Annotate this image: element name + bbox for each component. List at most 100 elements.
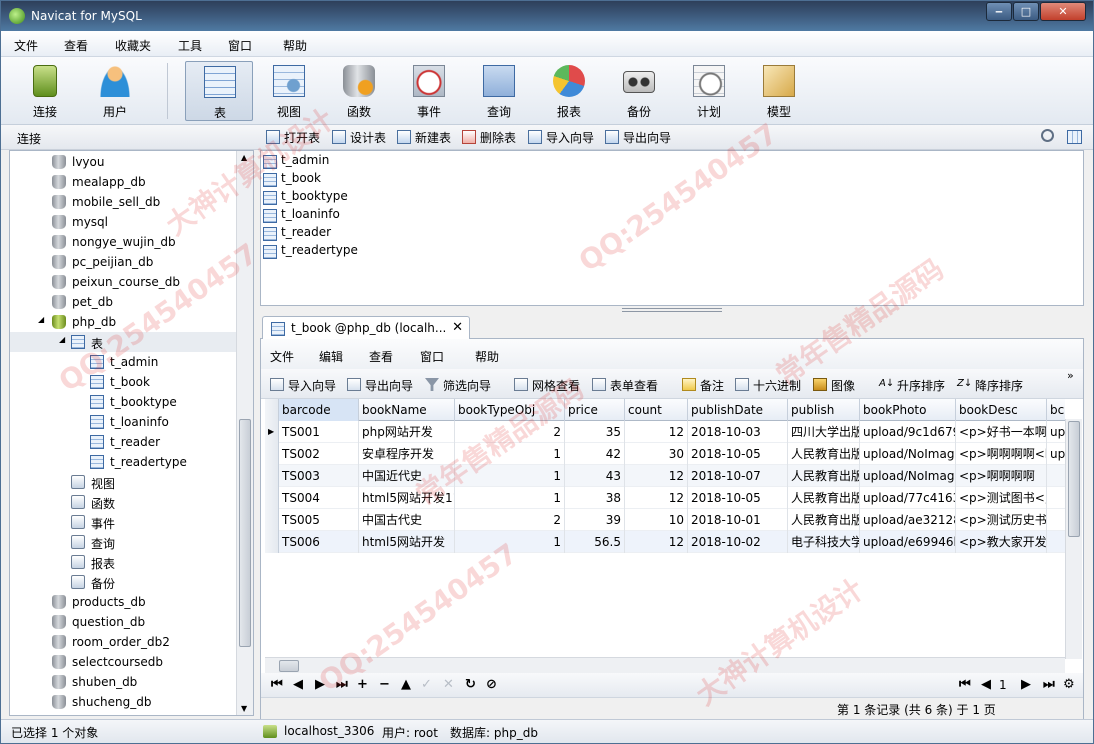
grid-cell[interactable]: <p>教大家开发 [956,531,1047,553]
grid-cell[interactable]: 中国近代史 [359,465,455,487]
column-header[interactable]: bc [1047,399,1065,421]
grid-cell[interactable]: 12 [625,487,688,509]
object-item-table[interactable]: t_loaninfo [263,207,340,225]
first-page-icon[interactable]: ⏮ [959,677,971,692]
grid-cell[interactable]: php网站开发 [359,421,455,443]
toolbar-overflow-icon[interactable]: » [1067,369,1074,382]
menu-file[interactable]: 文件 [14,37,38,54]
grid-cell[interactable]: 四川大学出版 [788,421,860,443]
tree-item-database[interactable]: mobile_sell_db [52,192,240,212]
panel-menu-help[interactable]: 帮助 [475,348,499,365]
grid-cell[interactable]: 30 [625,443,688,465]
grid-cell[interactable]: <p>测试历史书 [956,509,1047,531]
table-row[interactable]: ▶ TS001 php网站开发 2 35 12 2018-10-03 四川大学出版 upload… [265,421,1065,443]
prev-record-icon[interactable]: ◀ [293,677,303,692]
grid-cell[interactable]: <p>啊啊啊啊<l [956,443,1047,465]
export-wizard-button[interactable]: 导出向导 [347,377,413,394]
event-button[interactable]: 事件 [398,61,460,121]
pane-splitter[interactable] [260,306,1084,314]
edit-up-icon[interactable]: ▲ [401,677,411,692]
grid-cell[interactable]: 人民教育出版 [788,443,860,465]
cancel-icon[interactable]: ✕ [443,677,454,692]
table-row[interactable]: TS005 中国古代史 2 39 10 2018-10-01 人民教育出版 upload/ae… [265,509,1065,531]
export-wizard-button[interactable]: 导出向导 [605,129,671,147]
column-header[interactable]: bookName [359,399,455,421]
function-button[interactable]: 函数 [328,61,390,121]
tree-item-tables[interactable]: 表 ◢ [10,332,236,352]
grid-cell[interactable]: 56.5 [565,531,625,553]
grid-cell[interactable]: up [1047,421,1065,443]
tree-item-event[interactable]: 事件 [71,512,240,532]
tree-item-table[interactable]: t_book [90,372,240,392]
grid-cell[interactable]: html5网站开发 [359,531,455,553]
grid-cell[interactable]: <p>啊啊啊啊 [956,465,1047,487]
grid-cell[interactable] [1047,487,1065,509]
grid-cell[interactable]: 安卓程序开发 [359,443,455,465]
grid-view-button[interactable]: 网格查看 [514,377,580,394]
next-page-icon[interactable]: ▶ [1021,677,1031,692]
panel-menu-file[interactable]: 文件 [270,348,294,365]
menu-tools[interactable]: 工具 [178,37,202,54]
minimize-button[interactable]: ‒ [986,2,1012,21]
tree-item-database[interactable]: lvyou [52,152,240,172]
table-row[interactable]: TS003 中国近代史 1 43 12 2018-10-07 人民教育出版 upload/No… [265,465,1065,487]
grid-cell[interactable]: up [1047,443,1065,465]
close-window-button[interactable]: ✕ [1040,2,1086,21]
tree-item-database[interactable]: products_db [52,592,240,612]
form-view-button[interactable]: 表单查看 [592,377,658,394]
image-button[interactable]: 图像 [813,377,855,394]
apply-icon[interactable]: ✓ [421,677,432,692]
column-header[interactable]: publishDate [688,399,788,421]
grid-cell[interactable]: upload/77c4163 [860,487,956,509]
hex-button[interactable]: 十六进制 [735,377,801,394]
tree-item-database[interactable]: mealapp_db [52,172,240,192]
scroll-down-icon[interactable]: ▼ [241,704,247,713]
schedule-button[interactable]: 计划 [678,61,740,121]
tree-item-table[interactable]: t_admin [90,352,240,372]
object-item-table[interactable]: t_readertype [263,243,358,261]
grid-cell[interactable] [1047,509,1065,531]
tree-item-database[interactable]: shuben_db [52,672,240,692]
grid-cell[interactable]: 43 [565,465,625,487]
grid-cell[interactable]: upload/9c1d679 [860,421,956,443]
tree-item-function[interactable]: 函数 [71,492,240,512]
tab-t-book[interactable]: t_book @php_db (localh... ✕ [262,316,470,340]
tree-item-table[interactable]: t_readertype [90,452,240,472]
user-button[interactable]: 用户 [84,61,146,121]
import-wizard-button[interactable]: 导入向导 [270,377,336,394]
grid-cell[interactable]: 35 [565,421,625,443]
panel-menu-window[interactable]: 窗口 [420,348,444,365]
grid-cell[interactable]: TS001 [279,421,359,443]
grid-cell[interactable]: 人民教育出版 [788,465,860,487]
tree-item-database-open[interactable]: php_db ◢ [38,312,240,332]
memo-button[interactable]: 备注 [682,377,724,394]
tree-item-database[interactable]: question_db [52,612,240,632]
grid-cell[interactable]: 中国古代史 [359,509,455,531]
delete-record-icon[interactable]: − [379,677,390,692]
grid-cell[interactable]: 42 [565,443,625,465]
sort-asc-button[interactable]: A↓ 升序排序 [879,377,945,394]
table-button[interactable]: 表 [185,61,253,121]
object-item-table[interactable]: t_reader [263,225,331,243]
grid-cell[interactable]: upload/ae32128 [860,509,956,531]
tree-item-database[interactable]: peixun_course_db [52,272,240,292]
grid-cell[interactable]: 2018-10-02 [688,531,788,553]
grid-cell[interactable]: 12 [625,465,688,487]
column-header[interactable]: bookPhoto [860,399,956,421]
connection-button[interactable]: 连接 [14,61,76,121]
close-tab-icon[interactable]: ✕ [452,320,463,335]
menu-favorites[interactable]: 收藏夹 [115,37,151,54]
refresh-icon[interactable]: ↻ [465,677,476,692]
grid-cell[interactable]: 1 [455,443,565,465]
grid-cell[interactable]: upload/e69946l [860,531,956,553]
view-button[interactable]: 视图 [258,61,320,121]
tree-item-view[interactable]: 视图 [71,472,240,492]
tree-scroll-thumb[interactable] [239,419,251,647]
grid-cell[interactable]: 人民教育出版 [788,487,860,509]
model-button[interactable]: 模型 [748,61,810,121]
tree-item-database[interactable]: pc_peijian_db [52,252,240,272]
grid-cell[interactable]: 2018-10-07 [688,465,788,487]
grid-cell[interactable]: 10 [625,509,688,531]
grid-cell[interactable] [1047,531,1065,553]
last-record-icon[interactable]: ⏭ [336,677,348,692]
